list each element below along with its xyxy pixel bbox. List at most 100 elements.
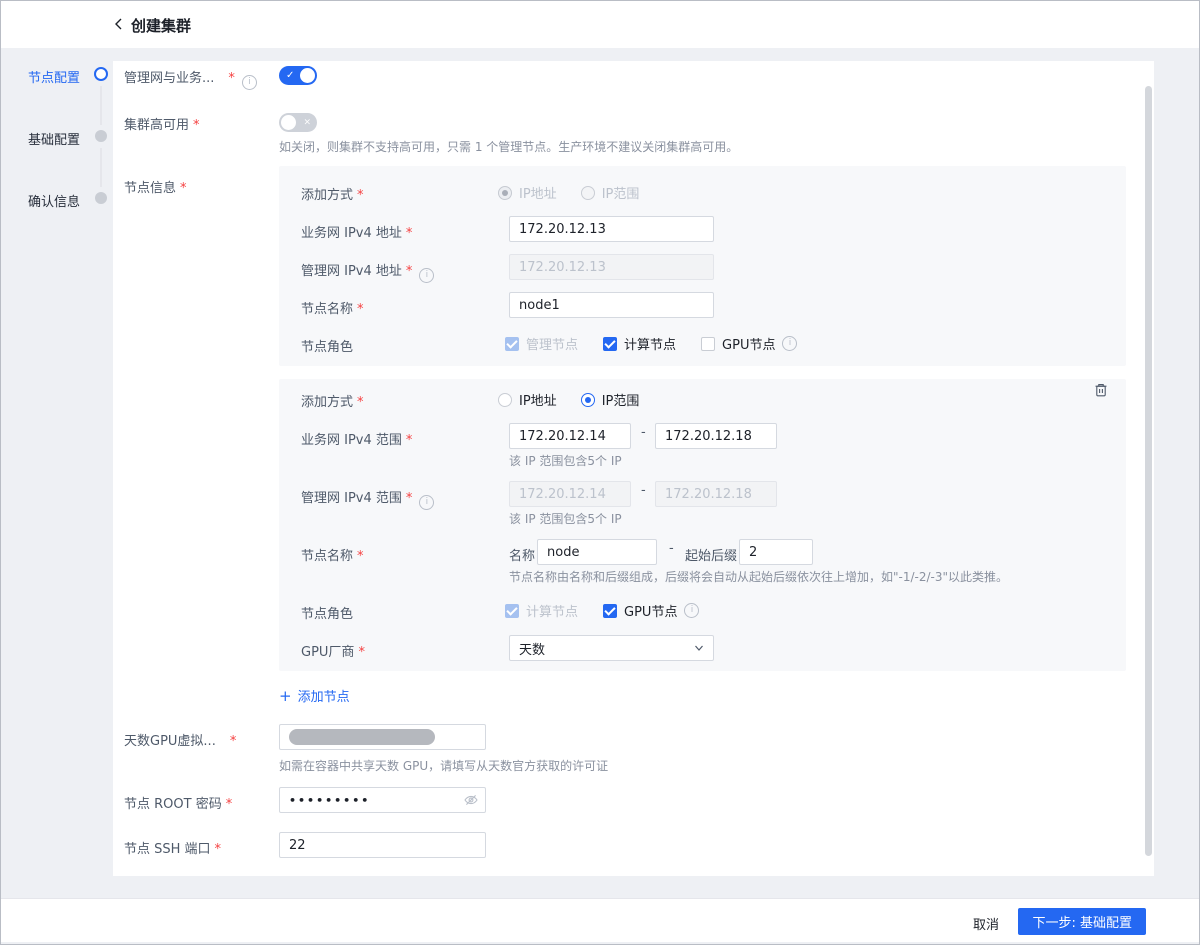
step-node-config-dot: [94, 67, 108, 81]
step-confirm-info[interactable]: 确认信息: [28, 191, 80, 210]
ssh-port-input[interactable]: [279, 832, 486, 858]
redacted-license-value: [289, 729, 435, 745]
back-icon[interactable]: [111, 16, 127, 32]
business-ip-input[interactable]: [509, 216, 714, 242]
info-icon[interactable]: i: [419, 268, 434, 283]
required-mark: *: [180, 181, 187, 196]
start-suffix-label: 起始后缀: [685, 545, 737, 564]
info-icon[interactable]: i: [242, 75, 257, 90]
step-connector: [100, 86, 102, 125]
gpu-vendor-select[interactable]: 天数: [509, 635, 714, 661]
radio-ip-range-label: IP范围: [602, 390, 640, 409]
mgmt-range-help: 该 IP 范围包含5个 IP: [509, 510, 622, 527]
radio-ip-range-label: IP范围: [602, 183, 640, 202]
radio-ip-range-control[interactable]: [581, 393, 595, 407]
radio-ip-address-control: [498, 186, 512, 200]
node-roles-group-2: 计算节点 GPU节点 i: [505, 601, 699, 620]
role-gpu-checkbox[interactable]: [701, 337, 715, 351]
role-mgmt-label: 管理节点: [526, 334, 578, 353]
role-compute-label: 计算节点: [624, 334, 676, 353]
create-cluster-page: 创建集群 节点配置 基础配置 确认信息 管理网与业务...*i ✓ 集群高可用*…: [0, 0, 1200, 945]
node-name-label: 节点名称*: [301, 545, 364, 564]
node-info-label: 节点信息*: [124, 177, 187, 196]
role-compute-label: 计算节点: [526, 601, 578, 620]
gpu-vendor-value: 天数: [519, 639, 545, 658]
toggle-knob: [300, 68, 315, 83]
ha-help-text: 如关闭，则集群不支持高可用，只需 1 个管理节点。生产环境不建议关闭集群高可用。: [279, 138, 738, 155]
radio-ip-range: IP范围: [581, 390, 640, 409]
name-prefix-label: 名称: [509, 545, 535, 564]
role-compute-node: 计算节点: [603, 334, 676, 353]
role-mgmt-node: 管理节点: [505, 334, 578, 353]
mgmt-business-label: 管理网与业务...*i: [124, 67, 257, 90]
eye-off-icon[interactable]: [463, 792, 479, 808]
info-icon[interactable]: i: [782, 336, 797, 351]
gpu-license-label: 天数GPU虚拟...*: [124, 730, 236, 749]
radio-ip-address-control[interactable]: [498, 393, 512, 407]
radio-ip-address-label: IP地址: [519, 183, 557, 202]
role-compute-checkbox[interactable]: [603, 337, 617, 351]
cancel-button[interactable]: 取消: [963, 910, 1009, 937]
add-node-button[interactable]: + 添加节点: [279, 686, 350, 705]
radio-ip-address: IP地址: [498, 390, 557, 409]
mgmt-business-toggle[interactable]: ✓: [279, 66, 317, 85]
role-gpu-label: GPU节点: [722, 334, 775, 353]
mgmt-range-to-input: [655, 481, 777, 507]
node-roles-group-1: 管理节点 计算节点 GPU节点 i: [505, 334, 797, 353]
add-mode-radio-group-1: IP地址 IP范围: [498, 183, 639, 202]
ssh-port-label: 节点 SSH 端口*: [124, 838, 221, 857]
ha-toggle[interactable]: ×: [279, 113, 317, 132]
step-confirm-info-dot: [95, 192, 107, 204]
add-mode-label: 添加方式*: [301, 184, 364, 203]
add-node-label: 添加节点: [298, 686, 350, 705]
business-range-label: 业务网 IPv4 范围*: [301, 429, 412, 448]
business-range-from-input[interactable]: [509, 423, 631, 449]
plus-icon: +: [279, 687, 292, 705]
page-title: 创建集群: [131, 15, 191, 36]
mgmt-range-label: 管理网 IPv4 范围*i: [301, 487, 434, 510]
required-mark: *: [228, 71, 235, 86]
step-basic-config[interactable]: 基础配置: [28, 129, 80, 148]
business-ip-label: 业务网 IPv4 地址*: [301, 222, 412, 241]
toggle-knob: [281, 115, 296, 130]
node-roles-label: 节点角色: [301, 603, 353, 622]
delete-node-icon[interactable]: [1093, 382, 1109, 398]
business-range-to-input[interactable]: [655, 423, 777, 449]
info-icon[interactable]: i: [684, 603, 699, 618]
scrollbar[interactable]: [1145, 86, 1152, 856]
mgmt-ip-label: 管理网 IPv4 地址*i: [301, 260, 434, 283]
chevron-down-icon: [693, 642, 705, 654]
mgmt-range-from-input: [509, 481, 631, 507]
role-compute-checkbox: [505, 604, 519, 618]
role-gpu-checkbox[interactable]: [603, 604, 617, 618]
radio-ip-address-label: IP地址: [519, 390, 557, 409]
role-mgmt-checkbox: [505, 337, 519, 351]
radio-ip-address: IP地址: [498, 183, 557, 202]
add-mode-label: 添加方式*: [301, 391, 364, 410]
page-header: 创建集群: [1, 1, 1199, 48]
range-separator: -: [669, 541, 674, 556]
range-separator: -: [641, 425, 646, 440]
role-gpu-node: GPU节点 i: [701, 334, 797, 353]
next-step-button[interactable]: 下一步: 基础配置: [1018, 908, 1146, 935]
node-name-input[interactable]: [509, 292, 714, 318]
range-separator: -: [641, 483, 646, 498]
add-mode-radio-group-2: IP地址 IP范围: [498, 390, 639, 409]
role-gpu-label: GPU节点: [624, 601, 677, 620]
required-mark: *: [193, 118, 200, 133]
root-password-input[interactable]: [279, 787, 486, 813]
gpu-license-help: 如需在容器中共享天数 GPU，请填写从天数官方获取的许可证: [279, 757, 608, 774]
name-prefix-input[interactable]: [537, 539, 657, 565]
radio-ip-range-control: [581, 186, 595, 200]
footer-bar: 取消 下一步: 基础配置: [1, 898, 1199, 942]
step-node-config[interactable]: 节点配置: [28, 67, 80, 86]
step-connector: [100, 148, 102, 187]
node-name-label: 节点名称*: [301, 298, 364, 317]
step-basic-config-dot: [95, 130, 107, 142]
role-gpu-node: GPU节点 i: [603, 601, 699, 620]
role-compute-node: 计算节点: [505, 601, 578, 620]
start-suffix-input[interactable]: [739, 539, 813, 565]
toggle-cross-icon: ×: [303, 118, 311, 127]
radio-ip-range: IP范围: [581, 183, 640, 202]
info-icon[interactable]: i: [419, 495, 434, 510]
